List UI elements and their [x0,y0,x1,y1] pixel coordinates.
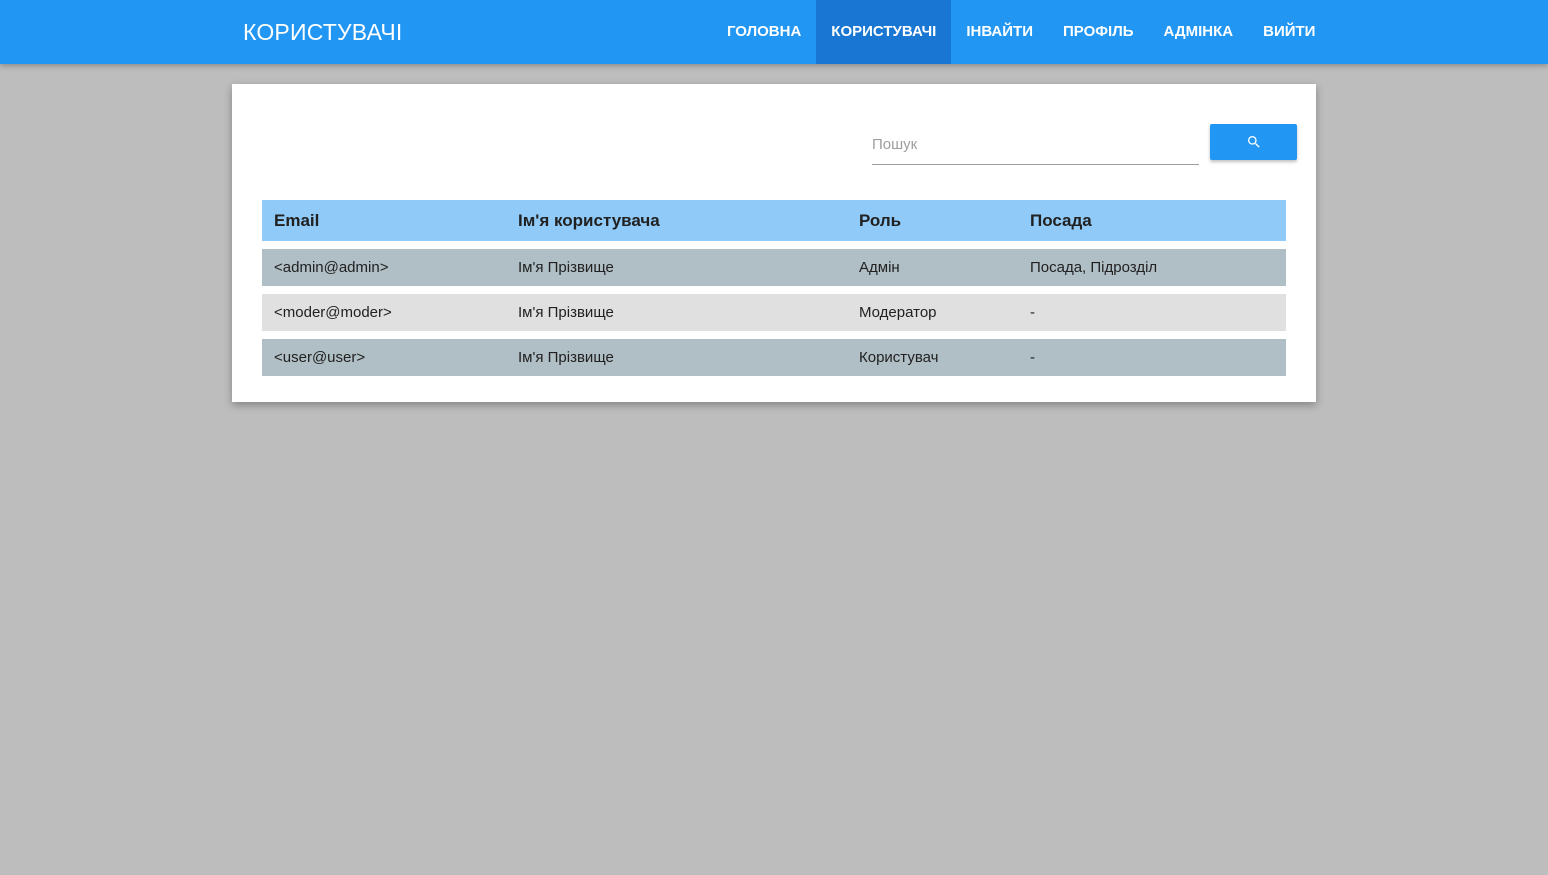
table-row[interactable]: <moder@moder> Ім'я Прізвище Модератор - [262,294,1286,331]
cell-email: <user@user> [274,349,366,366]
top-app-bar: КОРИСТУВАЧІ ГОЛОВНА КОРИСТУВАЧІ ІНВАЙТИ … [0,0,1548,64]
search-input[interactable] [872,124,1199,164]
cell-position: - [1030,304,1035,321]
users-table: Email Ім'я користувача Роль Посада <admi… [262,200,1286,376]
column-header-username: Ім'я користувача [518,210,660,230]
table-header: Email Ім'я користувача Роль Посада [262,200,1286,241]
cell-position: - [1030,349,1035,366]
cell-role: Користувач [859,349,939,366]
cell-role: Адмін [859,259,900,276]
cell-username: Ім'я Прізвище [518,304,614,321]
nav-item-logout[interactable]: ВИЙТИ [1248,0,1330,64]
main-nav: ГОЛОВНА КОРИСТУВАЧІ ІНВАЙТИ ПРОФІЛЬ АДМІ… [712,0,1330,64]
table-row[interactable]: <admin@admin> Ім'я Прізвище Адмін Посада… [262,249,1286,286]
table-row[interactable]: <user@user> Ім'я Прізвище Користувач - [262,339,1286,376]
nav-item-invites[interactable]: ІНВАЙТИ [951,0,1048,64]
cell-position: Посада, Підрозділ [1030,259,1158,276]
users-card: Email Ім'я користувача Роль Посада <admi… [232,84,1316,402]
nav-item-home[interactable]: ГОЛОВНА [712,0,816,64]
search-icon [1247,136,1260,148]
search-field [872,124,1199,165]
nav-item-users[interactable]: КОРИСТУВАЧІ [816,0,952,64]
cell-role: Модератор [859,304,937,321]
cell-email: <admin@admin> [274,259,389,276]
cell-username: Ім'я Прізвище [518,259,614,276]
column-header-position: Посада [1030,210,1092,230]
cell-email: <moder@moder> [274,304,392,321]
column-header-role: Роль [859,210,902,230]
nav-item-admin[interactable]: АДМІНКА [1149,0,1249,64]
page-title: КОРИСТУВАЧІ [243,19,403,45]
nav-item-profile[interactable]: ПРОФІЛЬ [1048,0,1149,64]
cell-username: Ім'я Прізвище [518,349,614,366]
search-button[interactable] [1210,124,1297,160]
column-header-email: Email [274,210,320,230]
